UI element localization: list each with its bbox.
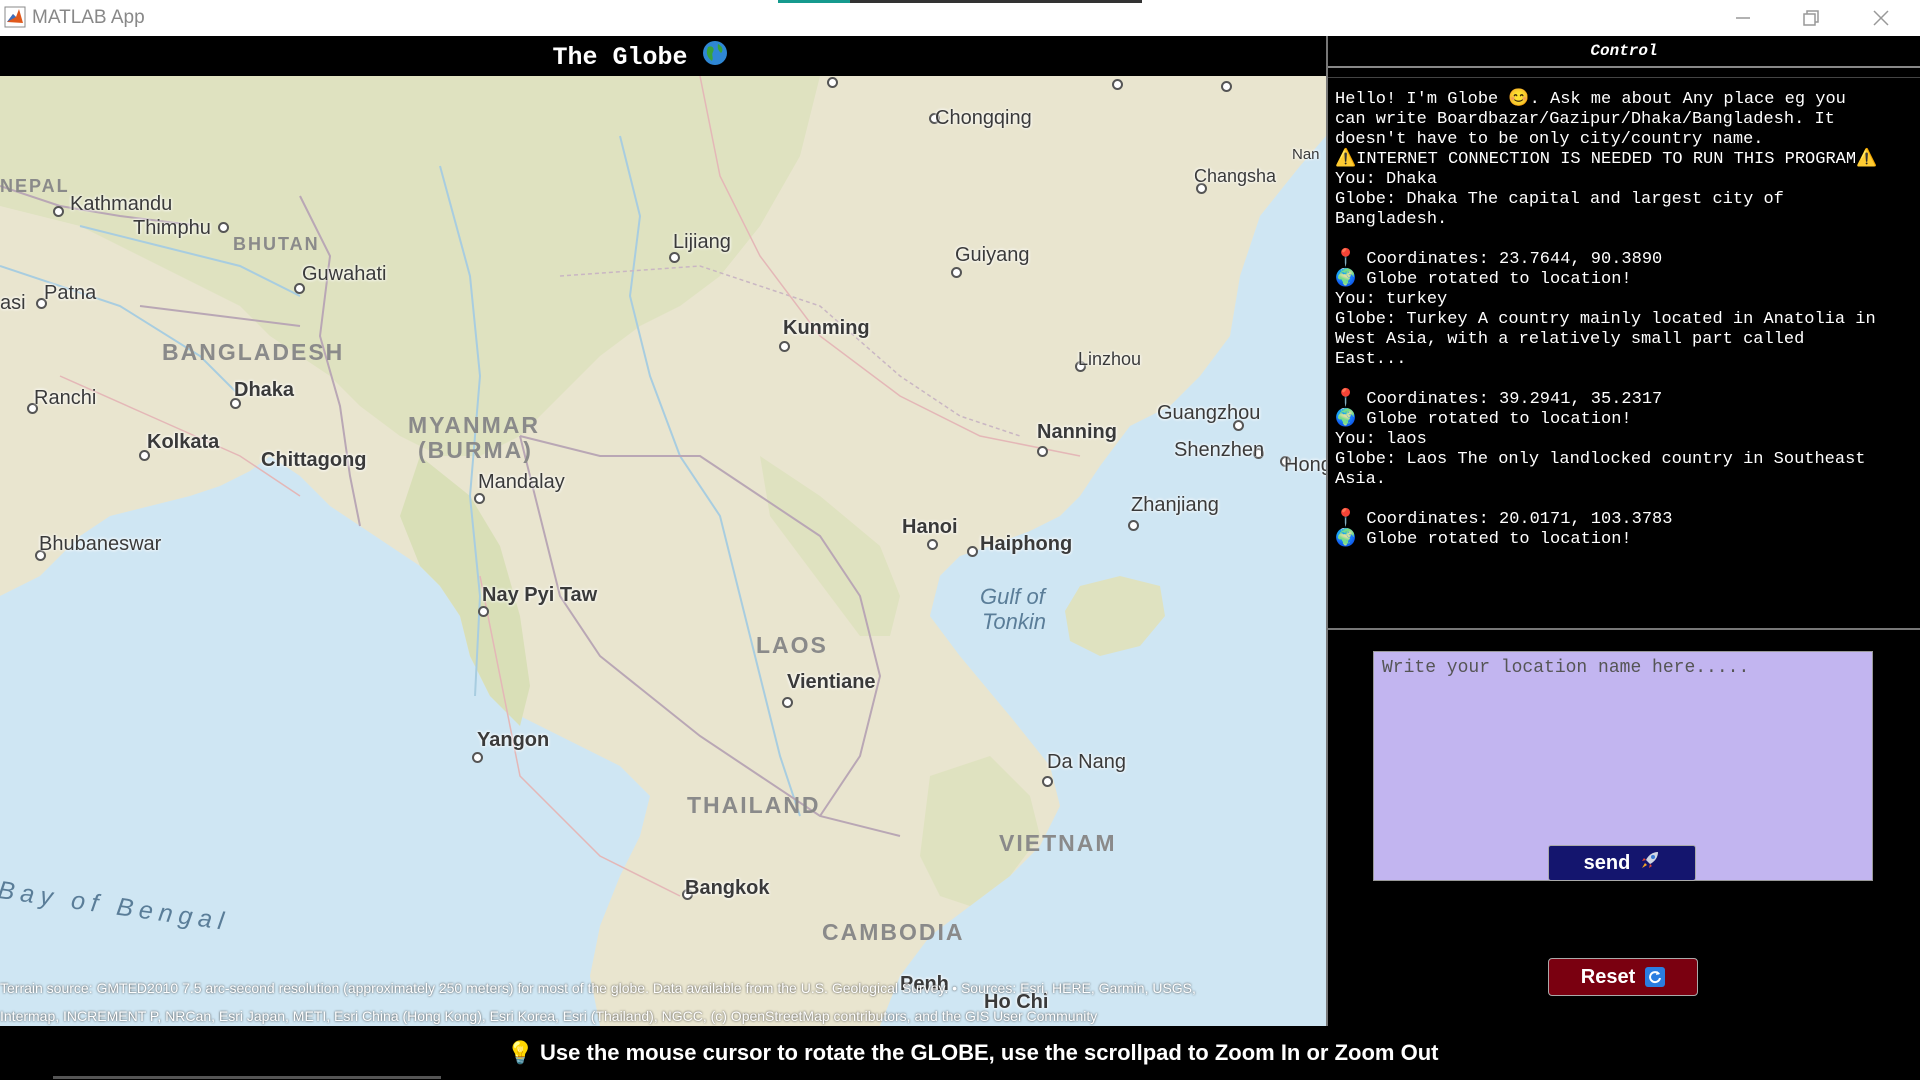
city-dot xyxy=(1037,446,1048,457)
city-dot xyxy=(1042,776,1053,787)
label-dhaka: Dhaka xyxy=(234,379,295,401)
map-attribution-line2: Intermap, INCREMENT P, NRCan, Esri Japan… xyxy=(0,1008,1098,1024)
label-guangzhou: Guangzhou xyxy=(1157,402,1261,424)
label-yangon: Yangon xyxy=(477,729,550,751)
label-da-nang: Da Nang xyxy=(1047,751,1126,773)
city-dot xyxy=(1112,79,1123,90)
label-bhutan: BHUTAN xyxy=(233,234,320,254)
label-guiyang: Guiyang xyxy=(955,244,1030,266)
label-nanning: Nanning xyxy=(1037,421,1117,443)
minimize-icon[interactable] xyxy=(1712,0,1774,36)
label-tonkin: Tonkin xyxy=(982,609,1047,634)
footer-bar: 💡 Use the mouse cursor to rotate the GLO… xyxy=(0,1026,1920,1080)
send-button-label: send xyxy=(1583,851,1631,874)
reset-button[interactable]: Reset xyxy=(1548,958,1698,996)
city-dot xyxy=(827,77,838,88)
label-lijiang: Lijiang xyxy=(673,231,731,253)
label-myanmar: MYANMAR xyxy=(408,412,540,438)
globe-map[interactable]: Chongqing Changsha Nan NEPAL Kathmandu T… xyxy=(0,76,1326,1026)
label-guwahati: Guwahati xyxy=(302,263,387,285)
map-title-wrap: The Globe xyxy=(0,40,1280,74)
label-nepal: NEPAL xyxy=(0,176,70,196)
label-laos: LAOS xyxy=(756,632,828,658)
horizontal-scrollbar[interactable] xyxy=(53,1076,441,1079)
label-kunming: Kunming xyxy=(783,317,870,339)
label-mandalay: Mandalay xyxy=(478,471,565,493)
footer-hint: 💡 Use the mouse cursor to rotate the GLO… xyxy=(506,1040,1439,1065)
label-bangkok: Bangkok xyxy=(685,877,770,899)
close-icon[interactable] xyxy=(1850,0,1912,36)
city-dot xyxy=(779,341,790,352)
city-dot xyxy=(927,539,938,550)
label-patna: Patna xyxy=(44,282,97,304)
city-dot xyxy=(967,546,978,557)
loading-bar xyxy=(778,0,1142,3)
label-chittagong: Chittagong xyxy=(261,449,367,471)
label-haiphong: Haiphong xyxy=(980,533,1073,555)
reset-button-label: Reset xyxy=(1580,965,1636,988)
label-vietnam: VIETNAM xyxy=(999,830,1117,856)
label-chongqing: Chongqing xyxy=(935,107,1032,129)
control-title: Control xyxy=(1590,42,1658,60)
city-dot xyxy=(1221,81,1232,92)
label-nan: Nan xyxy=(1292,146,1320,163)
map-attribution-line1: Terrain source: GMTED2010 7.5 arc-second… xyxy=(0,980,1196,996)
city-dot xyxy=(474,493,485,504)
map-header: The Globe xyxy=(0,36,1326,76)
label-thimphu: Thimphu xyxy=(133,217,211,239)
label-hong: Hong xyxy=(1284,454,1326,476)
city-dot xyxy=(951,267,962,278)
city-dot xyxy=(1128,520,1139,531)
label-burma: (BURMA) xyxy=(418,437,533,463)
city-dot xyxy=(478,606,489,617)
label-thailand: THAILAND xyxy=(687,792,821,818)
chat-log[interactable]: Hello! I'm Globe 😊. Ask me about Any pla… xyxy=(1328,77,1920,630)
label-cambodia: CAMBODIA xyxy=(822,919,965,945)
label-vientiane: Vientiane xyxy=(787,671,876,693)
window-title: MATLAB App xyxy=(32,7,145,28)
matlab-logo-icon xyxy=(4,6,26,28)
label-linzhou: Linzhou xyxy=(1078,349,1142,369)
label-asi: asi xyxy=(0,292,26,314)
refresh-icon xyxy=(1645,967,1666,987)
restore-icon[interactable] xyxy=(1780,0,1842,36)
label-kathmandu: Kathmandu xyxy=(70,193,173,215)
city-dot xyxy=(472,752,483,763)
label-gulf-of: Gulf of xyxy=(980,584,1045,609)
label-hanoi: Hanoi xyxy=(902,516,958,538)
label-nay-pyi-taw: Nay Pyi Taw xyxy=(482,584,598,606)
label-bhubaneswar: Bhubaneswar xyxy=(39,533,162,555)
label-changsha: Changsha xyxy=(1194,166,1277,186)
city-dot xyxy=(218,222,229,233)
globe-icon xyxy=(702,40,728,74)
window-title-bar: MATLAB App xyxy=(0,0,1920,36)
label-zhanjiang: Zhanjiang xyxy=(1131,494,1219,516)
label-kolkata: Kolkata xyxy=(147,431,220,453)
map-title: The Globe xyxy=(552,43,688,72)
label-ranchi: Ranchi xyxy=(34,387,97,409)
label-bangladesh: BANGLADESH xyxy=(162,339,345,365)
chat-log-text: Hello! I'm Globe 😊. Ask me about Any pla… xyxy=(1335,90,1878,549)
send-button[interactable]: send xyxy=(1548,845,1696,881)
rocket-icon xyxy=(1640,850,1660,876)
label-shenzhen: Shenzhen xyxy=(1174,439,1265,461)
city-dot xyxy=(53,206,64,217)
city-dot xyxy=(782,697,793,708)
control-header: Control xyxy=(1328,36,1920,68)
